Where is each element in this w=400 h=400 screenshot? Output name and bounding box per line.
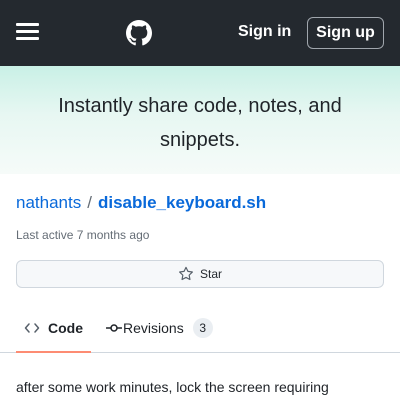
- github-logo-icon[interactable]: [126, 20, 152, 46]
- hamburger-menu-icon[interactable]: [16, 21, 40, 43]
- banner-tagline: Instantly share code, notes, and snippet…: [58, 95, 342, 151]
- sign-up-button[interactable]: Sign up: [307, 17, 384, 49]
- star-outline-icon: [179, 266, 193, 281]
- tab-revisions-label: Revisions: [123, 320, 184, 336]
- gist-tabs: Code Revisions 3: [0, 304, 400, 353]
- tab-code[interactable]: Code: [16, 304, 91, 353]
- star-button[interactable]: Star: [16, 260, 384, 288]
- tab-code-label: Code: [48, 320, 83, 336]
- tab-revisions[interactable]: Revisions 3: [106, 304, 213, 352]
- star-label: Star: [199, 267, 222, 281]
- sign-in-link[interactable]: Sign in: [238, 21, 291, 43]
- code-icon: [24, 323, 40, 333]
- signup-banner: Instantly share code, notes, and snippet…: [0, 66, 400, 174]
- gist-name-link[interactable]: disable_keyboard.sh: [98, 193, 266, 212]
- site-header: Sign in Sign up: [0, 0, 400, 66]
- last-active-text: Last active 7 months ago: [16, 228, 150, 242]
- title-separator: /: [87, 193, 92, 212]
- revisions-count-badge: 3: [192, 318, 213, 338]
- gist-owner-link[interactable]: nathants: [16, 193, 81, 212]
- git-commit-icon: [106, 324, 122, 332]
- gist-title: nathants / disable_keyboard.sh: [16, 192, 266, 214]
- gist-description: after some work minutes, lock the screen…: [16, 379, 329, 395]
